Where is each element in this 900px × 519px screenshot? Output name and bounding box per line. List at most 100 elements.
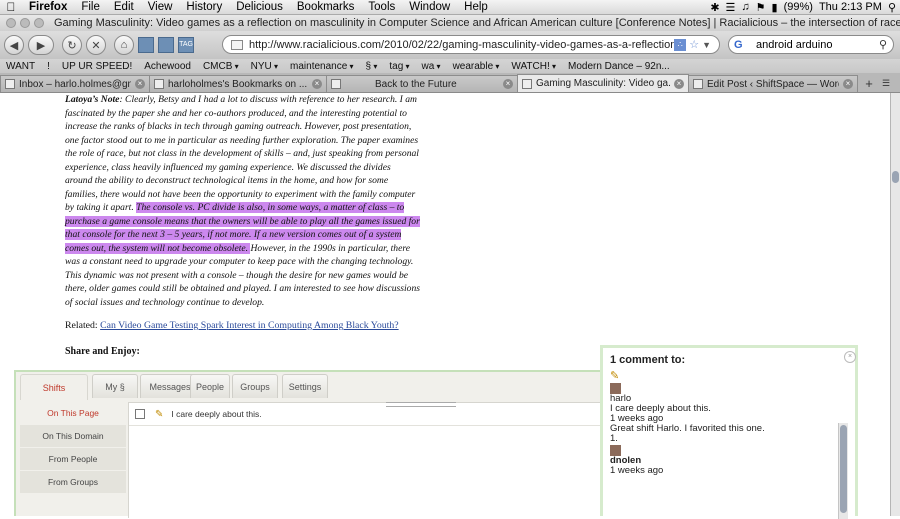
bookmark-folder[interactable]: maintenance xyxy=(284,61,360,72)
menu-history[interactable]: History xyxy=(179,1,229,13)
menu-help[interactable]: Help xyxy=(457,1,495,13)
url-history-dropdown-icon[interactable]: ▼ xyxy=(702,40,711,50)
bookmark-folder[interactable]: NYU xyxy=(245,61,284,72)
search-input[interactable]: android arduino xyxy=(750,39,879,51)
bookmark-save-icon[interactable] xyxy=(158,37,174,53)
menu-edit[interactable]: Edit xyxy=(107,1,141,13)
bookmark-folder[interactable]: WATCH! xyxy=(505,61,562,72)
related-label: Related: xyxy=(65,320,101,331)
close-tab-icon[interactable]: × xyxy=(135,79,145,89)
menu-app-name[interactable]: Firefox xyxy=(22,1,74,13)
spotlight-icon[interactable]: ⚲ xyxy=(888,1,896,14)
home-button[interactable]: ⌂ xyxy=(114,35,134,55)
menu-view[interactable]: View xyxy=(141,1,180,13)
tab-inbox[interactable]: Inbox – harlo.holmes@gmail.c... × xyxy=(0,75,150,92)
bookmark-item[interactable]: WANT xyxy=(0,61,41,72)
menu-delicious[interactable]: Delicious xyxy=(229,1,290,13)
volume-icon[interactable]: ♫ xyxy=(741,1,749,13)
bookmark-folder[interactable]: CMCB xyxy=(197,61,245,72)
tab-label: Inbox – harlo.holmes@gmail.c... xyxy=(19,78,131,90)
minimize-window-icon[interactable] xyxy=(20,18,30,28)
bookmark-item[interactable]: Achewood xyxy=(138,61,197,72)
bookmark-item[interactable]: ! xyxy=(41,61,56,72)
stop-button[interactable]: ✕ xyxy=(86,35,106,55)
filter-on-this-domain[interactable]: On This Domain xyxy=(20,425,126,447)
bookmark-item[interactable]: Modern Dance – 92n... xyxy=(562,61,676,72)
shift-row[interactable]: ✎ I care deeply about this. 1 xyxy=(129,403,615,426)
tab-groups[interactable]: Groups xyxy=(232,374,278,398)
tab-back-to-the-future[interactable]: Back to the Future × xyxy=(326,75,518,92)
forward-button[interactable]: ▶ xyxy=(28,35,54,55)
close-comments-icon[interactable]: × xyxy=(844,351,856,363)
mac-menubar:  Firefox File Edit View History Delicio… xyxy=(0,0,900,15)
new-tab-button[interactable]: + xyxy=(861,75,877,92)
close-window-icon[interactable] xyxy=(6,18,16,28)
battery-icon[interactable]: ▮ xyxy=(772,1,778,14)
tab-list-icon[interactable]: ☰ xyxy=(879,75,893,92)
related-link[interactable]: Can Video Game Testing Spark Interest in… xyxy=(100,320,399,331)
flag-icon[interactable]: ⚑ xyxy=(756,1,766,14)
menu-bookmarks[interactable]: Bookmarks xyxy=(290,1,362,13)
window-titlebar: Gaming Masculinity: Video games as a ref… xyxy=(0,15,900,31)
tab-settings[interactable]: Settings xyxy=(282,374,328,398)
navigation-toolbar: ◀ ▶ ↻ ✕ ⌂ TAG http://www.racialicious.co… xyxy=(0,31,900,59)
zoom-window-icon[interactable] xyxy=(34,18,44,28)
menu-file[interactable]: File xyxy=(74,1,107,13)
scrollbar-thumb[interactable] xyxy=(840,425,847,513)
back-arrow-icon: ◀ xyxy=(9,39,19,52)
comments-scrollbar[interactable] xyxy=(838,423,848,519)
search-box[interactable]: G android arduino ⚲ xyxy=(728,35,894,54)
close-tab-icon[interactable]: × xyxy=(312,79,322,89)
bookmark-item[interactable]: UP UR SPEED! xyxy=(56,61,138,72)
search-icon[interactable]: ⚲ xyxy=(879,38,887,51)
tab-label: Gaming Masculinity: Video ga... xyxy=(536,78,670,89)
tag-icon[interactable]: TAG xyxy=(178,37,194,53)
scrollbar-thumb[interactable] xyxy=(892,171,899,183)
shift-checkbox[interactable] xyxy=(135,409,145,419)
wordpress-favicon-icon xyxy=(693,79,703,89)
tab-gaming-masculinity[interactable]: Gaming Masculinity: Video ga... × xyxy=(517,74,689,92)
close-tab-icon[interactable]: × xyxy=(503,79,513,89)
rss-feed-icon[interactable]: ∴ xyxy=(674,38,687,51)
menubar-clock[interactable]: Thu 2:13 PM xyxy=(819,1,882,13)
bookmark-star-icon[interactable]: ☆ xyxy=(689,38,699,51)
page-scrollbar[interactable] xyxy=(890,93,900,516)
tab-people[interactable]: People xyxy=(190,374,230,398)
comments-panel: 1 comment to: × ✎ harlo I care deeply ab… xyxy=(600,345,858,519)
comment-time: 1 weeks ago xyxy=(610,465,664,476)
tab-label: harloholmes's Bookmarks on ... xyxy=(168,78,308,90)
bookmark-folder[interactable]: wearable xyxy=(447,61,506,72)
google-search-engine-icon[interactable]: G xyxy=(734,39,750,51)
filter-from-people[interactable]: From People xyxy=(20,448,126,470)
shiftspace-tabs: Shifts My § Messages People Groups Setti… xyxy=(16,372,603,400)
tab-bookmarks[interactable]: harloholmes's Bookmarks on ... × xyxy=(149,75,327,92)
reload-button[interactable]: ↻ xyxy=(62,35,82,55)
bookmark-folder[interactable]: § xyxy=(360,61,384,72)
filter-on-this-page[interactable]: On This Page xyxy=(20,402,126,424)
pencil-icon: ✎ xyxy=(155,408,164,420)
tab-my-shifts[interactable]: My § xyxy=(92,374,138,398)
menu-tools[interactable]: Tools xyxy=(361,1,402,13)
article-note: Latoya’s Note: Clearly, Betsy and I had … xyxy=(65,93,420,309)
url-text[interactable]: http://www.racialicious.com/2010/02/22/g… xyxy=(249,39,674,51)
console-resize-handle[interactable] xyxy=(386,402,456,407)
gmail-favicon-icon xyxy=(5,79,15,89)
filter-from-groups[interactable]: From Groups xyxy=(20,471,126,493)
window-title: Gaming Masculinity: Video games as a ref… xyxy=(54,17,900,29)
share-heading: Share and Enjoy: xyxy=(65,345,140,357)
delicious-icon[interactable] xyxy=(138,37,154,53)
address-bar[interactable]: http://www.racialicious.com/2010/02/22/g… xyxy=(222,35,720,54)
close-tab-icon[interactable]: × xyxy=(843,79,853,89)
site-favicon-icon xyxy=(231,39,243,50)
apple-icon[interactable]:  xyxy=(0,0,22,14)
wifi-icon[interactable]: ☰ xyxy=(726,1,736,14)
close-tab-icon[interactable]: × xyxy=(674,78,684,89)
bluetooth-icon[interactable]: ✱ xyxy=(710,1,719,14)
bookmark-folder[interactable]: tag xyxy=(383,61,415,72)
tab-label: Back to the Future xyxy=(375,78,457,90)
tab-edit-post[interactable]: Edit Post ‹ ShiftSpace — Word... × xyxy=(688,75,858,92)
bookmark-folder[interactable]: wa xyxy=(416,61,447,72)
tab-shifts[interactable]: Shifts xyxy=(20,374,88,400)
back-button[interactable]: ◀ xyxy=(4,35,24,55)
menu-window[interactable]: Window xyxy=(402,1,457,13)
